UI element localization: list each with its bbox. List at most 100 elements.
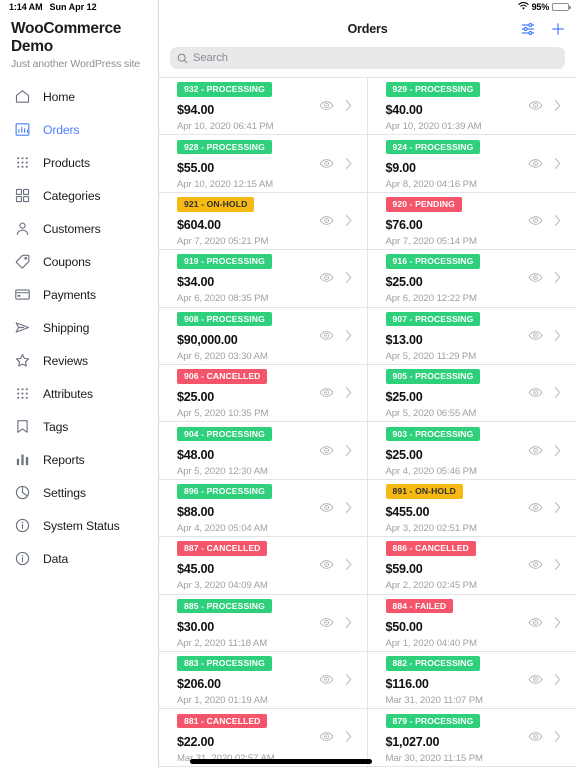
sidebar-item-coupons[interactable]: Coupons — [0, 245, 158, 278]
eye-icon[interactable] — [528, 500, 543, 515]
order-row[interactable]: 916 - PROCESSING $25.00 Apr 6, 2020 12:22 … — [367, 250, 576, 308]
chevron-right-icon[interactable] — [553, 214, 562, 227]
sidebar-item-products[interactable]: Products — [0, 146, 158, 179]
chevron-right-icon[interactable] — [344, 157, 353, 170]
sidebar-nav: Home Orders Products Categories Customers Cou… — [0, 80, 158, 575]
eye-icon[interactable] — [319, 213, 334, 228]
eye-icon[interactable] — [319, 729, 334, 744]
eye-icon[interactable] — [528, 156, 543, 171]
eye-icon[interactable] — [528, 729, 543, 744]
order-status-badge: 924 - PROCESSING — [385, 139, 481, 155]
search-bar[interactable] — [170, 47, 565, 69]
eye-icon[interactable] — [319, 615, 334, 630]
eye-icon[interactable] — [319, 672, 334, 687]
chevron-right-icon[interactable] — [344, 558, 353, 571]
chevron-right-icon[interactable] — [344, 214, 353, 227]
chevron-right-icon[interactable] — [344, 444, 353, 457]
order-row[interactable]: 932 - PROCESSING $94.00 Apr 10, 2020 06:41… — [159, 78, 368, 136]
sidebar-item-data[interactable]: Data — [0, 542, 158, 575]
order-info: 920 - PENDING $76.00 Apr 7, 2020 05:14 PM — [385, 194, 529, 247]
order-row[interactable]: 886 - CANCELLED $59.00 Apr 2, 2020 02:45 P… — [367, 537, 576, 595]
chevron-right-icon[interactable] — [553, 329, 562, 342]
sidebar-item-reports[interactable]: Reports — [0, 443, 158, 476]
eye-icon[interactable] — [319, 156, 334, 171]
order-row[interactable]: 903 - PROCESSING $25.00 Apr 4, 2020 05:46 … — [367, 422, 576, 480]
order-total: $13.00 — [385, 332, 423, 347]
orders-icon — [14, 121, 31, 138]
chevron-right-icon[interactable] — [344, 99, 353, 112]
chevron-right-icon[interactable] — [344, 501, 353, 514]
order-row[interactable]: 879 - PROCESSING $1,027.00 Mar 30, 2020 11… — [367, 709, 576, 767]
eye-icon[interactable] — [528, 557, 543, 572]
order-total: $25.00 — [385, 447, 423, 462]
chevron-right-icon[interactable] — [344, 329, 353, 342]
order-row[interactable]: 924 - PROCESSING $9.00 Apr 8, 2020 04:16 P… — [367, 135, 576, 193]
filter-sliders-icon[interactable] — [520, 21, 536, 37]
eye-icon[interactable] — [528, 672, 543, 687]
eye-icon[interactable] — [319, 270, 334, 285]
order-row[interactable]: 887 - CANCELLED $45.00 Apr 3, 2020 04:09 A… — [159, 537, 368, 595]
chevron-right-icon[interactable] — [553, 673, 562, 686]
eye-icon[interactable] — [319, 328, 334, 343]
sidebar-item-payments[interactable]: Payments — [0, 278, 158, 311]
chevron-right-icon[interactable] — [553, 444, 562, 457]
chevron-right-icon[interactable] — [553, 616, 562, 629]
sidebar-item-customers[interactable]: Customers — [0, 212, 158, 245]
order-row[interactable]: 891 - ON-HOLD $455.00 Apr 3, 2020 02:51 PM — [367, 479, 576, 538]
search-input[interactable] — [193, 52, 558, 64]
order-row[interactable]: 920 - PENDING $76.00 Apr 7, 2020 05:14 PM — [367, 192, 576, 251]
order-actions — [528, 98, 566, 113]
sidebar-item-attributes[interactable]: Attributes — [0, 377, 158, 410]
chevron-right-icon[interactable] — [553, 501, 562, 514]
chevron-right-icon[interactable] — [553, 271, 562, 284]
sidebar-item-reviews[interactable]: Reviews — [0, 344, 158, 377]
eye-icon[interactable] — [528, 615, 543, 630]
order-actions — [528, 443, 566, 458]
chevron-right-icon[interactable] — [344, 730, 353, 743]
order-row[interactable]: 919 - PROCESSING $34.00 Apr 6, 2020 08:35 … — [159, 250, 368, 308]
eye-icon[interactable] — [319, 385, 334, 400]
eye-icon[interactable] — [528, 213, 543, 228]
chevron-right-icon[interactable] — [344, 271, 353, 284]
eye-icon[interactable] — [528, 270, 543, 285]
eye-icon[interactable] — [319, 98, 334, 113]
order-row[interactable]: 904 - PROCESSING $48.00 Apr 5, 2020 12:30 … — [159, 422, 368, 480]
order-date: Apr 7, 2020 05:14 PM — [385, 235, 477, 247]
chevron-right-icon[interactable] — [553, 99, 562, 112]
sidebar-item-tags[interactable]: Tags — [0, 410, 158, 443]
order-row[interactable]: 929 - PROCESSING $40.00 Apr 10, 2020 01:39… — [367, 78, 576, 136]
eye-icon[interactable] — [319, 500, 334, 515]
order-row[interactable]: 928 - PROCESSING $55.00 Apr 10, 2020 12:15… — [159, 135, 368, 193]
order-row[interactable]: 906 - CANCELLED $25.00 Apr 5, 2020 10:35 P… — [159, 364, 368, 423]
order-row[interactable]: 885 - PROCESSING $30.00 Apr 2, 2020 11:18 … — [159, 594, 368, 652]
sidebar-item-categories[interactable]: Categories — [0, 179, 158, 212]
chevron-right-icon[interactable] — [553, 558, 562, 571]
sidebar-item-home[interactable]: Home — [0, 80, 158, 113]
eye-icon[interactable] — [528, 328, 543, 343]
order-row[interactable]: 907 - PROCESSING $13.00 Apr 5, 2020 11:29 … — [367, 307, 576, 365]
order-row[interactable]: 921 - ON-HOLD $604.00 Apr 7, 2020 05:21 PM — [159, 192, 368, 251]
sidebar-item-system-status[interactable]: System Status — [0, 509, 158, 542]
order-actions — [319, 270, 357, 285]
eye-icon[interactable] — [319, 443, 334, 458]
order-row[interactable]: 905 - PROCESSING $25.00 Apr 5, 2020 06:55 … — [367, 364, 576, 423]
chevron-right-icon[interactable] — [553, 730, 562, 743]
chevron-right-icon[interactable] — [344, 616, 353, 629]
order-row[interactable]: 908 - PROCESSING $90,000.00 Apr 6, 2020 03… — [159, 307, 368, 365]
sidebar-item-shipping[interactable]: Shipping — [0, 311, 158, 344]
eye-icon[interactable] — [528, 385, 543, 400]
order-row[interactable]: 883 - PROCESSING $206.00 Apr 1, 2020 01:19… — [159, 651, 368, 710]
chevron-right-icon[interactable] — [553, 157, 562, 170]
chevron-right-icon[interactable] — [344, 673, 353, 686]
order-row[interactable]: 884 - FAILED $50.00 Apr 1, 2020 04:40 PM — [367, 594, 576, 652]
eye-icon[interactable] — [319, 557, 334, 572]
plus-icon[interactable] — [550, 21, 566, 37]
eye-icon[interactable] — [528, 98, 543, 113]
eye-icon[interactable] — [528, 443, 543, 458]
sidebar-item-settings[interactable]: Settings — [0, 476, 158, 509]
order-row[interactable]: 882 - PROCESSING $116.00 Mar 31, 2020 11:0… — [367, 651, 576, 710]
chevron-right-icon[interactable] — [553, 386, 562, 399]
sidebar-item-orders[interactable]: Orders — [0, 113, 158, 146]
chevron-right-icon[interactable] — [344, 386, 353, 399]
order-row[interactable]: 896 - PROCESSING $88.00 Apr 4, 2020 05:04 … — [159, 479, 368, 538]
